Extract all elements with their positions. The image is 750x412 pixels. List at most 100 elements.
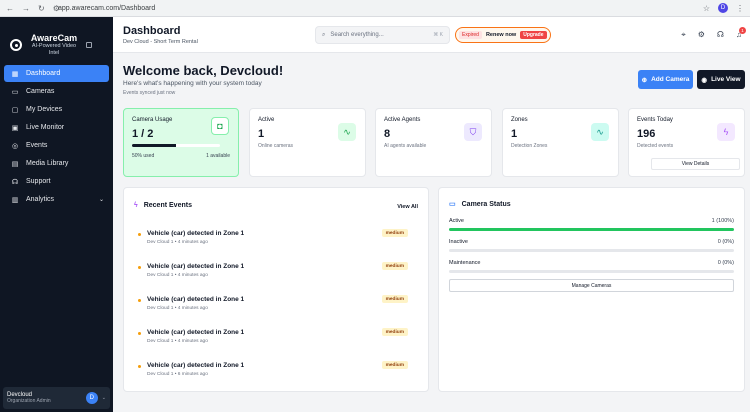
- event-meta: Dev Cloud 1 • 6 minutes ago: [147, 372, 208, 377]
- panel-title: Recent Events: [143, 202, 192, 209]
- user-menu[interactable]: Devcloud Organization Admin D ⌄: [3, 387, 110, 409]
- status-label: Maintenance: [449, 260, 481, 266]
- sidebar-item-label: Cameras: [26, 88, 55, 95]
- active-agents-card: Active Agents 8 AI agents available ⛉: [375, 108, 492, 177]
- chart-icon: ▥: [11, 196, 19, 204]
- event-title: Vehicle (car) detected in Zone 1: [147, 263, 245, 270]
- user-role: Organization Admin: [7, 398, 51, 404]
- bookmark-star-icon[interactable]: ☆: [703, 4, 710, 13]
- sidebar-item-analytics[interactable]: ▥ Analytics ⌄: [4, 191, 109, 208]
- chevron-down-icon: ⌄: [98, 197, 104, 203]
- list-item[interactable]: Vehicle (car) detected in Zone 1 Dev Clo…: [138, 360, 408, 386]
- severity-dot: [138, 299, 141, 302]
- monitor-icon: ▣: [11, 124, 19, 132]
- manage-cameras-button[interactable]: Manage Cameras: [449, 279, 734, 292]
- upgrade-button[interactable]: Upgrade: [520, 31, 547, 39]
- stat-desc: AI agents available: [384, 143, 427, 149]
- status-label: Active: [449, 218, 464, 224]
- shield-icon: ⛉: [464, 123, 482, 141]
- events-today-card: Events Today 196 Detected events ϟ View …: [628, 108, 745, 177]
- status-value: 0 (0%): [717, 260, 734, 266]
- recent-events-panel: ϟ Recent Events View All Vehicle (car) d…: [123, 187, 429, 392]
- severity-dot: [138, 365, 141, 368]
- awarecam-logo-icon: [10, 39, 22, 51]
- camera-plus-icon: ⊕: [641, 76, 648, 84]
- usage-available: 1 available: [206, 153, 230, 159]
- browser-toolbar: ← → ↻ ⚙ app.awarecam.com/Dashboard ☆ D ⋮: [0, 0, 750, 17]
- status-value: 0 (0%): [717, 239, 734, 245]
- browser-nav: ← → ↻ ⚙: [6, 4, 60, 13]
- severity-badge: medium: [381, 361, 408, 369]
- lightning-icon: ϟ: [717, 123, 735, 141]
- list-item[interactable]: Vehicle (car) detected in Zone 1 Dev Clo…: [138, 294, 408, 320]
- sidebar-item-label: Analytics: [26, 196, 55, 203]
- add-camera-button[interactable]: ⊕ Add Camera: [638, 70, 693, 89]
- event-title: Vehicle (car) detected in Zone 1: [147, 230, 245, 237]
- sidebar-item-label: Live Monitor: [26, 124, 65, 131]
- severity-dot: [138, 266, 141, 269]
- brand-name: AwareCam: [30, 33, 78, 43]
- brand: AwareCam AI-Powered Video Intel: [0, 17, 113, 65]
- browser-menu-icon[interactable]: ⋮: [736, 4, 744, 13]
- active-cameras-card: Active 1 Online cameras ∿: [249, 108, 366, 177]
- bell-icon[interactable]: ♫ 1: [736, 27, 746, 40]
- video-icon: ▭: [449, 201, 456, 208]
- sync-status: Events synced just now: [123, 90, 176, 96]
- sidebar-collapse-icon[interactable]: [86, 42, 92, 48]
- event-title: Vehicle (car) detected in Zone 1: [147, 329, 245, 336]
- forward-icon[interactable]: →: [22, 4, 30, 13]
- stat-desc: Detection Zones: [511, 143, 548, 149]
- reload-icon[interactable]: ↻: [38, 4, 45, 13]
- support-icon[interactable]: ☊: [717, 30, 724, 40]
- search-input[interactable]: ⌕ Search everything... ⌘ K: [315, 26, 450, 44]
- event-meta: Dev Cloud 1 • 4 minutes ago: [147, 339, 208, 344]
- sidebar-item-label: Dashboard: [26, 70, 61, 77]
- severity-dot: [138, 332, 141, 335]
- sidebar-item-support[interactable]: ☊ Support: [4, 173, 109, 190]
- sidebar-item-events[interactable]: ◎ Events: [4, 137, 109, 154]
- browser-profile-avatar[interactable]: D: [718, 3, 728, 13]
- sidebar-item-label: My Devices: [26, 106, 63, 113]
- severity-badge: medium: [381, 262, 408, 270]
- page-title: Dashboard: [123, 25, 181, 37]
- event-title: Vehicle (car) detected in Zone 1: [147, 296, 245, 303]
- panel-title: Camera Status: [461, 200, 511, 208]
- severity-badge: medium: [381, 328, 408, 336]
- status-progress-bar: [449, 270, 734, 273]
- live-view-button[interactable]: ◉ Live View: [697, 70, 745, 89]
- list-item[interactable]: Vehicle (car) detected in Zone 1 Dev Clo…: [138, 261, 408, 287]
- address-bar[interactable]: app.awarecam.com/Dashboard: [58, 5, 703, 12]
- sidebar-item-media-library[interactable]: ▤ Media Library: [4, 155, 109, 172]
- gear-icon[interactable]: ⚙: [698, 30, 705, 40]
- view-details-button[interactable]: View Details: [651, 158, 740, 170]
- sidebar-item-my-devices[interactable]: ▢ My Devices: [4, 101, 109, 118]
- sidebar-item-dashboard[interactable]: ▦ Dashboard: [4, 65, 109, 82]
- severity-badge: medium: [381, 229, 408, 237]
- sidebar-item-cameras[interactable]: ▭ Cameras: [4, 83, 109, 100]
- list-item[interactable]: Vehicle (car) detected in Zone 1 Dev Clo…: [138, 228, 408, 254]
- renew-text[interactable]: Renew now: [486, 32, 516, 38]
- list-item[interactable]: Vehicle (car) detected in Zone 1 Dev Clo…: [138, 327, 408, 353]
- subscription-banner: Expired Renew now Upgrade: [455, 27, 551, 43]
- add-camera-label: Add Camera: [651, 76, 690, 83]
- activity-icon: ∿: [338, 123, 356, 141]
- location-icon[interactable]: ⌖: [681, 30, 686, 40]
- event-meta: Dev Cloud 1 • 4 minutes ago: [147, 273, 208, 278]
- status-progress-bar: [449, 228, 734, 231]
- severity-badge: medium: [381, 295, 408, 303]
- page-subtitle: Dev Cloud - Short Term Rental: [123, 39, 198, 45]
- expired-badge: Expired: [459, 31, 482, 39]
- welcome-title: Welcome back, Devcloud!: [123, 63, 284, 78]
- sidebar-menu: ▦ Dashboard ▭ Cameras ▢ My Devices ▣ Liv…: [0, 65, 113, 208]
- status-progress-fill: [449, 228, 734, 231]
- view-all-link[interactable]: View All: [397, 204, 418, 210]
- camera-icon: ◘: [211, 117, 229, 135]
- status-label: Inactive: [449, 239, 468, 245]
- back-icon[interactable]: ←: [6, 4, 14, 13]
- event-meta: Dev Cloud 1 • 4 minutes ago: [147, 306, 208, 311]
- usage-progress-bar: [132, 144, 220, 147]
- video-icon: ▭: [11, 88, 19, 96]
- usage-progress-fill: [132, 144, 176, 147]
- severity-dot: [138, 233, 141, 236]
- sidebar-item-live-monitor[interactable]: ▣ Live Monitor: [4, 119, 109, 136]
